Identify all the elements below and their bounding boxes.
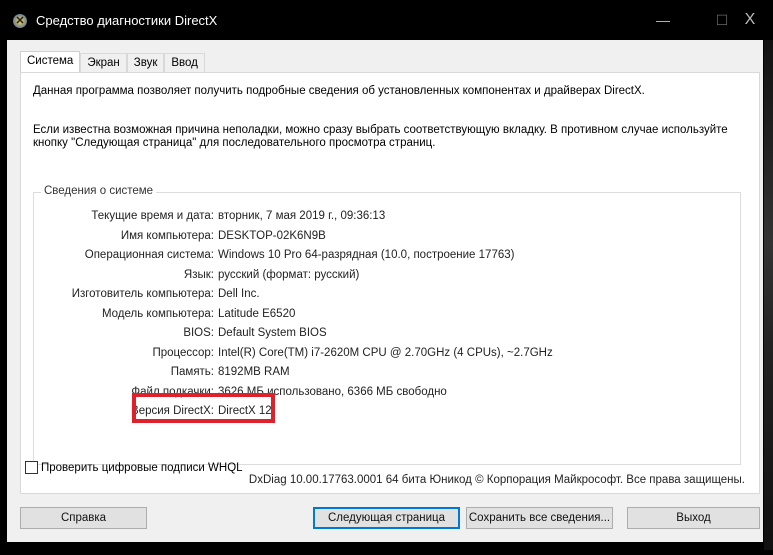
info-row: Изготовитель компьютера: Dell Inc. xyxy=(34,288,742,304)
info-label: Имя компьютера: xyxy=(120,229,214,242)
dxdiag-window: Система Экран Звук Ввод Данная программа… xyxy=(7,40,763,542)
intro-text-3: кнопку "Следующая страница" для последов… xyxy=(33,137,436,149)
tab-sound[interactable]: Звук xyxy=(126,53,165,74)
tab-display[interactable]: Экран xyxy=(80,53,127,74)
info-value: вторник, 7 мая 2019 г., 09:36:13 xyxy=(218,210,386,222)
info-label: Операционная система: xyxy=(84,249,214,261)
system-info-group: Сведения о системе Текущие время и дата:… xyxy=(33,185,742,465)
next-page-button[interactable]: Следующая страница xyxy=(313,507,460,529)
exit-button[interactable]: Выход xyxy=(627,507,760,529)
info-row: Операционная система: Windows 10 Pro 64-р… xyxy=(34,249,742,265)
info-label: Модель компьютера: xyxy=(101,307,214,320)
info-label: Изготовитель компьютера: xyxy=(71,288,214,300)
window-title: Средство диагностики DirectX xyxy=(36,13,218,28)
copyright-footer: DxDiag 10.00.17763.0001 64 бита Юникод ©… xyxy=(248,474,745,486)
intro-text-2: Если известна возможная причина неполадк… xyxy=(33,124,728,136)
whql-checkbox[interactable]: Проверить цифровые подписи WHQL xyxy=(25,461,243,474)
info-label: Текущие время и дата: xyxy=(91,210,214,222)
intro-text: Данная программа позволяет получить подр… xyxy=(33,85,645,97)
info-label: Процессор: xyxy=(152,346,214,359)
group-legend: Сведения о системе xyxy=(41,185,157,197)
save-all-button[interactable]: Сохранить все сведения... xyxy=(466,507,613,529)
info-row: BIOS: Default System BIOS xyxy=(34,327,742,343)
help-button[interactable]: Справка xyxy=(20,507,147,529)
info-row: Язык: русский (формат: русский) xyxy=(34,269,742,285)
tab-bar: Система Экран Звук Ввод xyxy=(20,51,205,74)
info-value: Default System BIOS xyxy=(218,327,327,339)
desktop-background xyxy=(764,40,773,550)
title-bar: ✕ Средство диагностики DirectX — ☐ X xyxy=(0,0,773,40)
directx-icon: ✕ xyxy=(13,14,27,28)
directx-version-highlight xyxy=(132,393,275,423)
info-value: русский (формат: русский) xyxy=(218,268,360,281)
tab-system[interactable]: Система xyxy=(20,51,81,74)
minimize-button[interactable]: — xyxy=(648,10,678,30)
info-row: Память: 8192MB RAM xyxy=(34,366,742,382)
info-value: 8192MB RAM xyxy=(218,366,290,378)
info-value: Latitude E6520 xyxy=(218,307,296,320)
info-value: Windows 10 Pro 64-разрядная (10.0, постр… xyxy=(218,249,515,261)
checkbox-box[interactable] xyxy=(25,461,38,474)
info-value: Intel(R) Core(TM) i7-2620M CPU @ 2.70GHz… xyxy=(218,346,553,359)
info-value: DESKTOP-02K6N9B xyxy=(218,229,326,242)
whql-checkbox-label: Проверить цифровые подписи WHQL xyxy=(41,461,243,474)
info-row: Имя компьютера: DESKTOP-02K6N9B xyxy=(34,230,742,246)
info-row: Модель компьютера: Latitude E6520 xyxy=(34,308,742,324)
maximize-button[interactable]: ☐ xyxy=(707,10,737,30)
info-row: Процессор: Intel(R) Core(TM) i7-2620M CPU… xyxy=(34,347,742,363)
close-button[interactable]: X xyxy=(735,10,765,30)
system-tab-panel: Данная программа позволяет получить подр… xyxy=(20,72,760,494)
info-label: Язык: xyxy=(183,268,214,281)
info-row: Текущие время и дата: вторник, 7 мая 2019… xyxy=(34,210,742,226)
info-label: BIOS: xyxy=(183,327,214,339)
tab-input[interactable]: Ввод xyxy=(164,53,205,74)
info-label: Память: xyxy=(170,366,214,378)
info-value: Dell Inc. xyxy=(218,288,260,300)
